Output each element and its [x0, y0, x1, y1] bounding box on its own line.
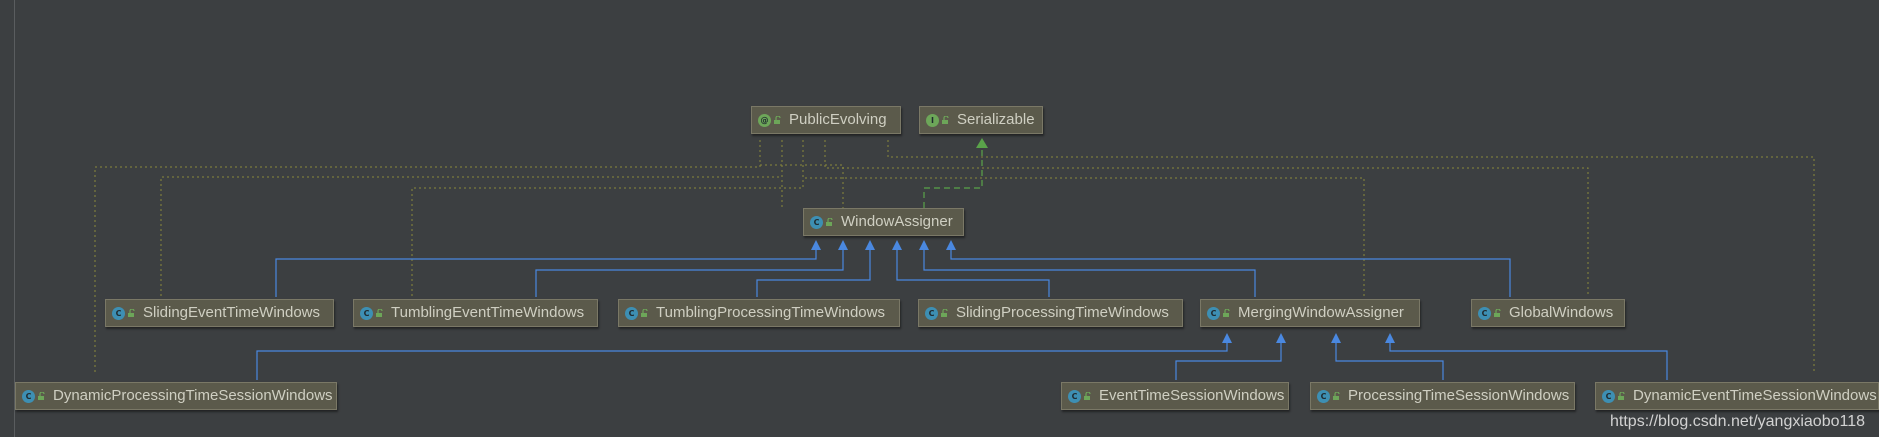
editor-gutter-line — [14, 0, 15, 437]
node-label: SlidingProcessingTimeWindows — [956, 304, 1169, 321]
node-public-evolving[interactable]: @ PublicEvolving — [751, 106, 901, 134]
node-serializable[interactable]: I Serializable — [919, 106, 1043, 134]
annotation-edge — [759, 140, 844, 208]
arrowhead — [919, 240, 929, 250]
node-label: PublicEvolving — [789, 111, 887, 128]
annotation-edge — [411, 140, 804, 297]
extends-edge — [535, 246, 844, 297]
node-dynamic-event-time-session-windows[interactable]: C DynamicEventTimeSessionWindows — [1595, 382, 1879, 410]
node-merging-window-assigner[interactable]: C MergingWindowAssigner — [1200, 299, 1420, 327]
implements-arrowhead — [976, 138, 988, 148]
arrowhead — [1276, 333, 1286, 343]
arrowhead — [811, 240, 821, 250]
extends-arrowheads-merging — [1222, 333, 1395, 343]
node-label: ProcessingTimeSessionWindows — [1348, 387, 1570, 404]
annotation-edges — [94, 140, 1815, 372]
arrowhead — [1222, 333, 1232, 343]
open-lock-icon — [942, 116, 949, 124]
class-type-icon: C — [925, 306, 938, 320]
extends-edge — [923, 246, 1256, 297]
node-sliding-processing-time-windows[interactable]: C SlidingProcessingTimeWindows — [918, 299, 1183, 327]
class-type-icon: C — [1317, 389, 1330, 403]
class-type-icon: C — [810, 215, 823, 229]
open-lock-icon — [826, 218, 833, 226]
node-sliding-event-time-windows[interactable]: C SlidingEventTimeWindows — [105, 299, 334, 327]
annotation-edge — [887, 140, 1815, 372]
open-lock-icon — [1223, 309, 1230, 317]
node-global-windows[interactable]: C GlobalWindows — [1471, 299, 1625, 327]
annotation-edge — [160, 140, 783, 297]
arrowhead — [838, 240, 848, 250]
node-tumbling-event-time-windows[interactable]: C TumblingEventTimeWindows — [353, 299, 598, 327]
class-type-icon: C — [1207, 306, 1220, 320]
extends-arrowheads-window-assigner — [811, 240, 956, 250]
node-label: Serializable — [957, 111, 1035, 128]
extends-edge — [756, 246, 871, 297]
node-label: DynamicEventTimeSessionWindows — [1633, 387, 1877, 404]
arrowhead — [865, 240, 875, 250]
open-lock-icon — [376, 309, 383, 317]
arrowhead — [946, 240, 956, 250]
arrowhead — [1385, 333, 1395, 343]
class-type-icon: C — [1602, 389, 1615, 403]
implements-edge — [923, 138, 988, 208]
extends-edge — [1389, 339, 1668, 380]
extends-edge — [275, 246, 817, 297]
extends-edge — [256, 339, 1228, 380]
open-lock-icon — [941, 309, 948, 317]
extends-edge — [950, 246, 1511, 297]
annotation-edge — [94, 140, 761, 372]
extends-edges-window-assigner — [275, 246, 1511, 297]
open-lock-icon — [1494, 309, 1501, 317]
node-dynamic-processing-time-session-windows[interactable]: C DynamicProcessingTimeSessionWindows — [15, 382, 337, 410]
node-label: TumblingProcessingTimeWindows — [656, 304, 885, 321]
open-lock-icon — [128, 309, 135, 317]
node-label: SlidingEventTimeWindows — [143, 304, 321, 321]
node-label: WindowAssigner — [841, 213, 953, 230]
extends-edge — [1175, 339, 1282, 380]
node-window-assigner[interactable]: C WindowAssigner — [803, 208, 964, 236]
extends-edges-merging — [256, 339, 1668, 380]
class-type-icon: C — [625, 306, 638, 320]
node-event-time-session-windows[interactable]: C EventTimeSessionWindows — [1061, 382, 1289, 410]
extends-edge — [896, 246, 1050, 297]
open-lock-icon — [641, 309, 648, 317]
class-type-icon: C — [112, 306, 125, 320]
node-label: DynamicProcessingTimeSessionWindows — [53, 387, 333, 404]
open-lock-icon — [774, 116, 781, 124]
open-lock-icon — [1084, 392, 1091, 400]
open-lock-icon — [1618, 392, 1625, 400]
interface-type-icon: I — [926, 113, 939, 127]
node-label: EventTimeSessionWindows — [1099, 387, 1285, 404]
node-label: MergingWindowAssigner — [1238, 304, 1404, 321]
open-lock-icon — [1333, 392, 1340, 400]
node-processing-time-session-windows[interactable]: C ProcessingTimeSessionWindows — [1310, 382, 1575, 410]
node-label: GlobalWindows — [1509, 304, 1614, 321]
node-label: TumblingEventTimeWindows — [391, 304, 585, 321]
class-type-icon: C — [1068, 389, 1081, 403]
open-lock-icon — [38, 392, 45, 400]
arrowhead — [892, 240, 902, 250]
node-tumbling-processing-time-windows[interactable]: C TumblingProcessingTimeWindows — [618, 299, 900, 327]
class-type-icon: C — [22, 389, 35, 403]
watermark-url: https://blog.csdn.net/yangxiaobo118 — [1610, 413, 1865, 430]
class-type-icon: C — [1478, 306, 1491, 320]
arrowhead — [1331, 333, 1341, 343]
class-type-icon: C — [360, 306, 373, 320]
annotation-type-icon: @ — [758, 113, 771, 127]
